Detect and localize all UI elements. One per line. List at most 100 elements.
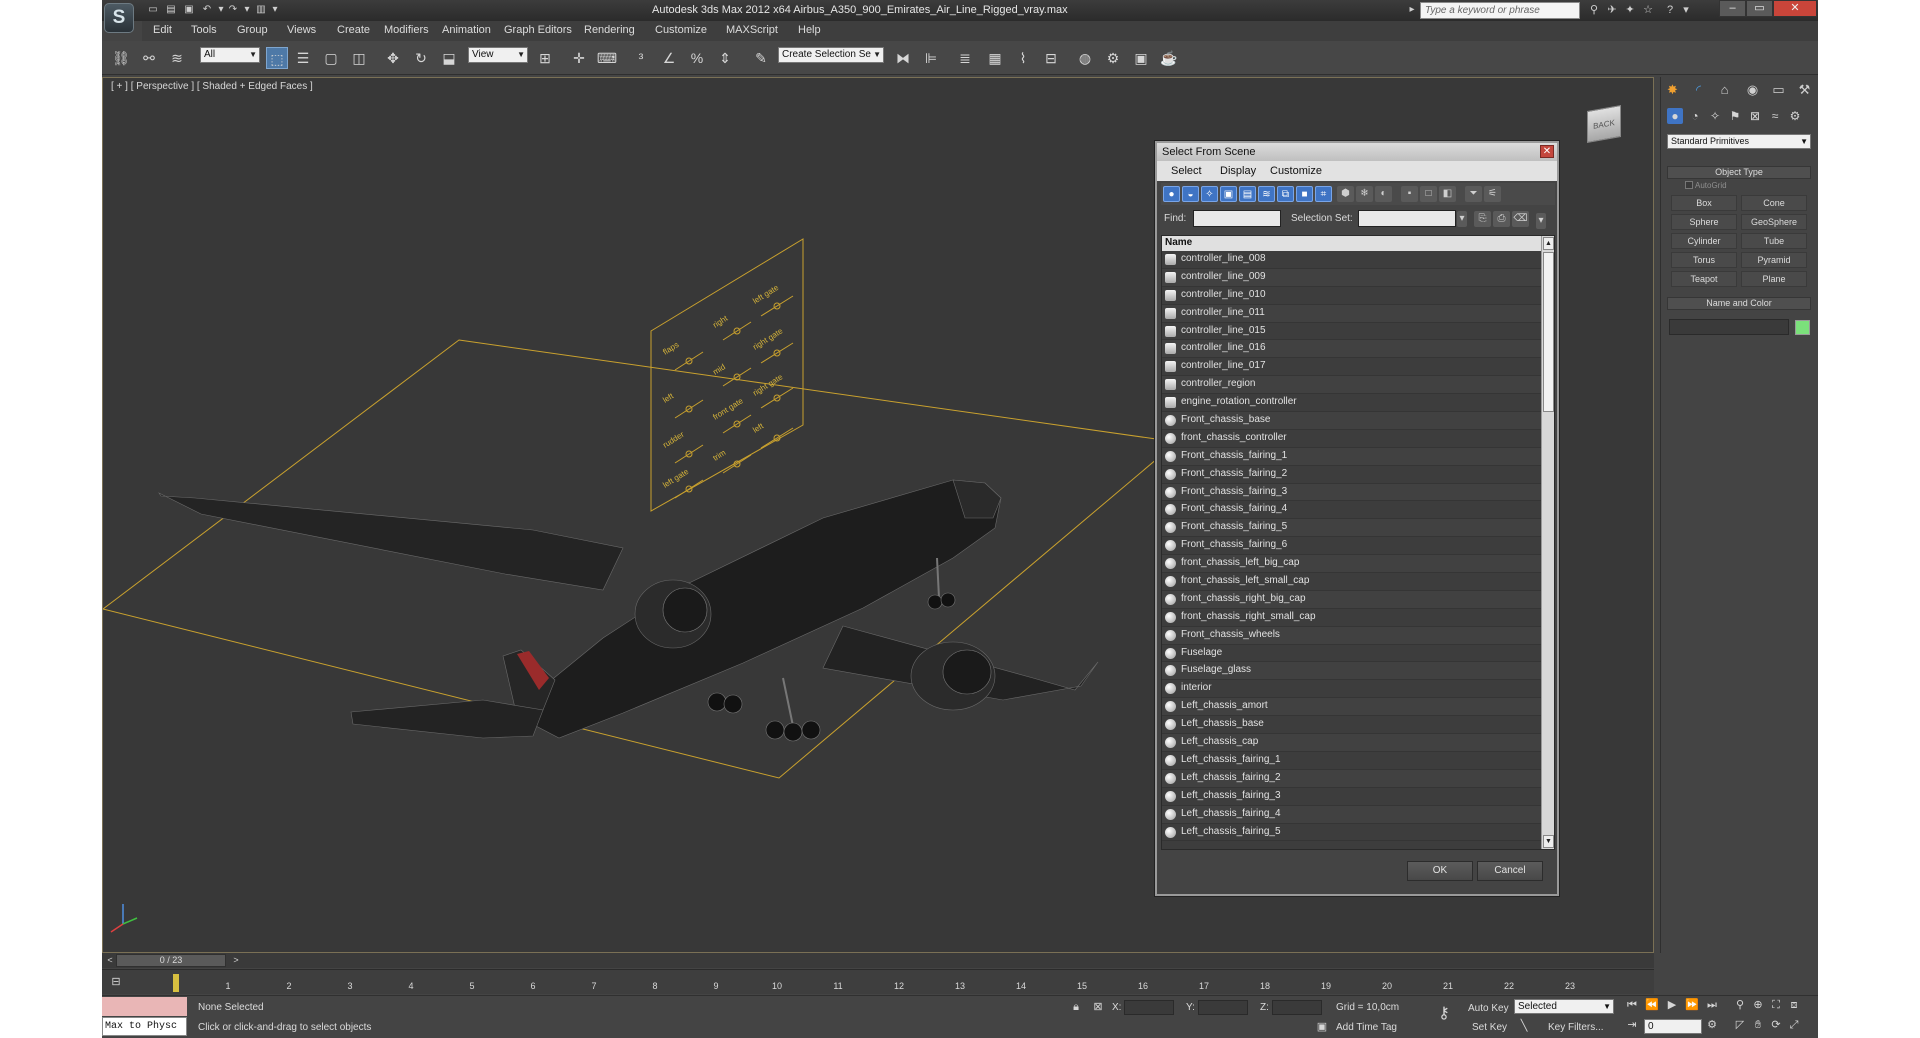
helpers-category-icon[interactable]: ⊠ [1747,108,1763,124]
track-bar[interactable]: ⊟ 1 2 3 4 5 6 7 8 9 10 11 12 13 14 15 16 17 18 19 20 21 22 23 [102,969,1654,994]
selection-lock-icon[interactable]: 🔒︎ [1068,1000,1084,1015]
help-icon[interactable]: ? [1662,3,1678,18]
rendered-frame-window-icon[interactable]: ▣ [1130,47,1152,69]
new-file-icon[interactable]: ▭ [146,3,160,17]
dialog-menu-customize[interactable]: Customize [1270,165,1322,177]
time-slider-handle[interactable]: 0 / 23 [116,954,226,967]
curve-editor-icon[interactable]: ⌇ [1012,47,1034,69]
menu-graph-editors[interactable]: Graph Editors [504,24,572,36]
project-folder-icon[interactable]: ▥ [254,3,268,17]
find-input[interactable] [1193,210,1281,227]
key-mode-dropdown[interactable]: Selected ▼ [1514,999,1614,1014]
list-item[interactable]: Front_chassis_fairing_6 [1162,537,1541,556]
list-item[interactable]: controller_line_008 [1162,251,1541,269]
list-item[interactable]: Left_chassis_fairing_4 [1162,805,1541,824]
key-mode-toggle-icon[interactable]: ⇥ [1624,1018,1640,1033]
display-groups-icon[interactable]: ⧉ [1277,186,1294,202]
selection-filter-dropdown[interactable]: All ▼ [200,47,260,63]
dialog-close-button[interactable]: ✕ [1540,145,1554,158]
graphite-ribbon-icon[interactable]: ▦ [984,47,1006,69]
list-item[interactable]: Left_chassis_base [1162,716,1541,735]
display-frozen-icon[interactable]: ❄ [1356,186,1373,202]
set-key-button[interactable]: Set Key [1472,1022,1507,1033]
list-item[interactable]: controller_line_011 [1162,304,1541,323]
display-xrefs-icon[interactable]: ■ [1296,186,1313,202]
add-time-tag[interactable]: Add Time Tag [1336,1022,1397,1033]
box-button[interactable]: Box [1671,195,1737,211]
go-to-end-icon[interactable]: ⏭ [1704,998,1720,1013]
display-containers-icon[interactable]: ⬢ [1337,186,1354,202]
create-tab-icon[interactable]: ✸ [1663,81,1682,99]
snaps-toggle-icon[interactable]: ³ [630,47,652,69]
save-selection-set-icon[interactable]: ⎘ [1474,211,1491,227]
plane-button[interactable]: Plane [1741,271,1807,287]
object-name-input[interactable] [1669,319,1789,335]
delete-selection-set-icon[interactable]: ⌫ [1512,211,1529,227]
named-selection-dropdown[interactable]: Create Selection Se ▼ [778,47,884,63]
tube-button[interactable]: Tube [1741,233,1807,249]
zoom-extents-icon[interactable]: ⛶ [1768,998,1784,1013]
play-icon[interactable]: ▶ [1664,998,1680,1013]
filter-icon[interactable]: ⏷ [1465,186,1482,202]
quick-access-dropdown-icon[interactable]: ▾ [268,3,282,17]
select-by-name-icon[interactable]: ☰ [292,47,314,69]
list-item[interactable]: Left_chassis_fairing_3 [1162,788,1541,806]
dialog-menu-display[interactable]: Display [1220,165,1256,177]
orbit-icon[interactable]: ⟳ [1768,1018,1784,1033]
y-coord-input[interactable] [1198,1000,1248,1015]
column-header-name[interactable]: Name [1162,236,1541,251]
dialog-title-bar[interactable]: Select From Scene ✕ [1157,143,1557,161]
menu-group[interactable]: Group [237,24,268,36]
edit-named-selection-icon[interactable]: ✎ [750,47,772,69]
space-warps-category-icon[interactable]: ≈ [1767,108,1783,124]
help-dropdown-icon[interactable]: ▾ [1678,3,1694,18]
reference-coordinate-dropdown[interactable]: View ▼ [468,47,528,63]
unlink-icon[interactable]: ⚯ [138,47,160,69]
app-logo-icon[interactable]: S [104,3,134,33]
display-cameras-icon[interactable]: ▣ [1220,186,1237,202]
time-tag-icon[interactable]: ▣ [1314,1020,1330,1035]
open-file-icon[interactable]: ▤ [164,3,178,17]
list-item[interactable]: front_chassis_right_small_cap [1162,609,1541,627]
select-and-manipulate-icon[interactable]: ✛ [568,47,590,69]
select-all-icon[interactable]: ▪ [1401,186,1418,202]
list-item[interactable]: engine_rotation_controller [1162,394,1541,413]
scene-object-list[interactable]: Name controller_line_008 controller_line_… [1161,235,1555,850]
key-filters-button[interactable]: Key Filters... [1548,1022,1604,1033]
display-lights-icon[interactable]: ✧ [1201,186,1218,202]
menu-customize[interactable]: Customize [655,24,707,36]
dialog-menu-select[interactable]: Select [1171,165,1202,177]
maximize-button[interactable]: ▭ [1746,0,1773,17]
list-item[interactable]: controller_line_016 [1162,340,1541,359]
mini-curve-editor-icon[interactable]: ⊟ [108,975,124,990]
list-item[interactable]: front_chassis_right_big_cap [1162,590,1541,609]
hierarchy-tab-icon[interactable]: ⌂ [1715,81,1734,99]
list-scrollbar[interactable]: ▲ ▼ [1541,236,1554,849]
list-item[interactable]: Front_chassis_base [1162,412,1541,430]
save-file-icon[interactable]: ▣ [182,3,196,17]
motion-tab-icon[interactable]: ◉ [1743,81,1762,99]
list-item[interactable]: Front_chassis_fairing_1 [1162,447,1541,466]
menu-create[interactable]: Create [337,24,370,36]
ok-button[interactable]: OK [1407,861,1473,881]
display-hidden-icon[interactable]: ◐ [1375,186,1392,202]
maxscript-input[interactable]: Max to Physc [102,1017,187,1036]
select-and-move-icon[interactable]: ✥ [382,47,404,69]
list-item[interactable]: Front_chassis_fairing_3 [1162,483,1541,502]
list-item[interactable]: Front_chassis_fairing_5 [1162,519,1541,538]
list-item[interactable]: controller_line_010 [1162,287,1541,305]
redo-dropdown-icon[interactable]: ▾ [240,3,254,17]
list-item[interactable]: interior [1162,680,1541,699]
x-coord-input[interactable] [1124,1000,1174,1015]
render-production-icon[interactable]: ☕ [1158,47,1180,69]
menu-views[interactable]: Views [287,24,316,36]
select-none-icon[interactable]: □ [1420,186,1437,202]
list-item[interactable]: Left_chassis_fairing_1 [1162,752,1541,770]
cancel-button[interactable]: Cancel [1477,861,1543,881]
zoom-icon[interactable]: ⚲ [1732,998,1748,1013]
angle-snap-icon[interactable]: ∠ [658,47,680,69]
name-and-color-rollout[interactable]: Name and Color [1667,297,1811,310]
list-item[interactable]: front_chassis_left_small_cap [1162,573,1541,591]
rectangular-selection-icon[interactable]: ▢ [320,47,342,69]
list-item[interactable]: Left_chassis_cap [1162,734,1541,752]
